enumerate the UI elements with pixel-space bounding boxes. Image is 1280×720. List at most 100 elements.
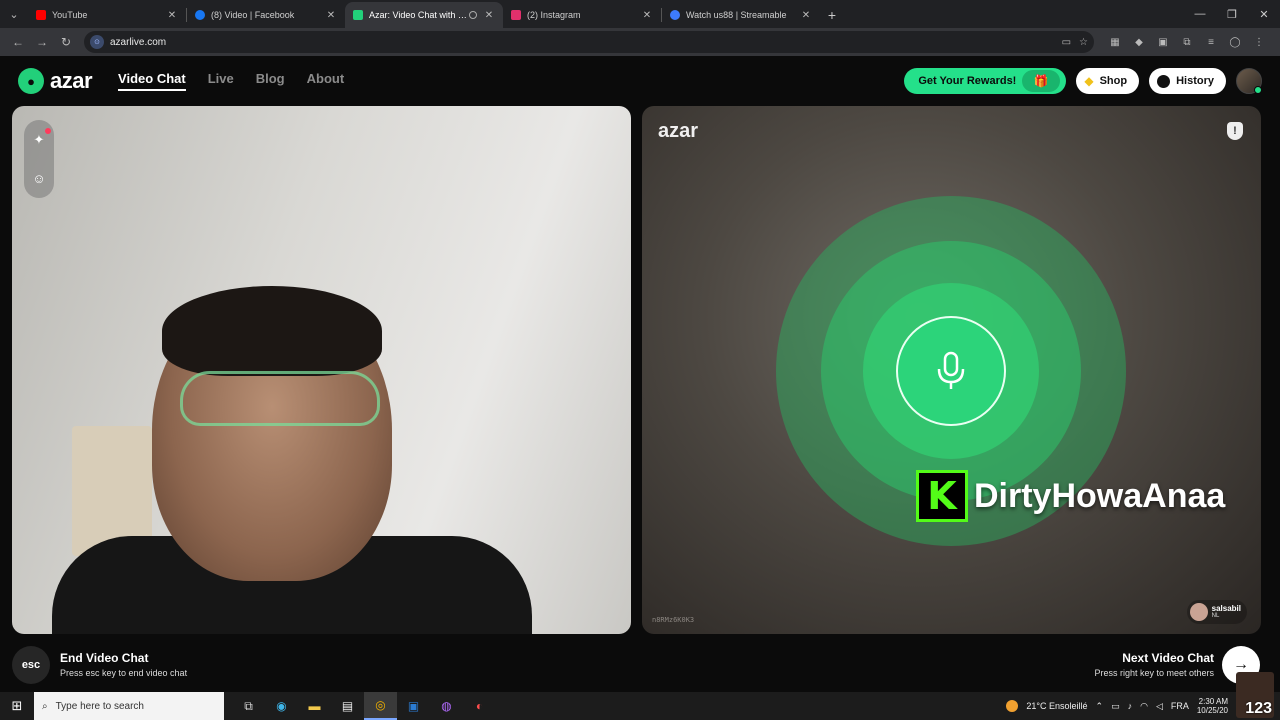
recorder-icon[interactable]: ◐ — [463, 692, 496, 720]
nav-video-chat[interactable]: Video Chat — [118, 71, 186, 91]
rewards-button[interactable]: Get Your Rewards! 🎁 — [904, 68, 1067, 94]
cast-icon[interactable]: ▭ — [1062, 37, 1071, 48]
window-controls: — ❐ ✕ — [1184, 0, 1280, 28]
user-avatar[interactable] — [1236, 68, 1262, 94]
kick-logo-icon: K — [916, 470, 968, 522]
microphone-button[interactable] — [896, 316, 1006, 426]
azar-icon — [353, 10, 363, 20]
recording-icon — [469, 11, 477, 19]
network-icon[interactable]: ◠ — [1140, 701, 1148, 712]
nav-about[interactable]: About — [307, 71, 345, 91]
gem-icon: ◆ — [1084, 74, 1094, 88]
bookmark-star-icon[interactable]: ☆ — [1079, 37, 1088, 48]
azar-logo[interactable]: ● azar — [18, 68, 93, 94]
history-button[interactable]: History — [1149, 68, 1226, 94]
extension-icon[interactable]: ◆ — [1130, 33, 1148, 51]
instagram-icon — [511, 10, 521, 20]
messenger-icon[interactable]: ◍ — [430, 692, 463, 720]
kebab-menu-icon[interactable]: ⋮ — [1250, 33, 1268, 51]
main-nav: Video Chat Live Blog About — [118, 71, 344, 91]
tab-youtube[interactable]: YouTube ✕ — [28, 2, 186, 28]
browser-toolbar: ← → ↻ ⊙ azarlive.com ▭ ☆ ▦ ◆ ▣ ⧉ ≡ ◯ ⋮ — [0, 28, 1280, 56]
restore-icon[interactable]: ❐ — [1216, 0, 1248, 28]
browser-tab-strip: ⌄ YouTube ✕ (8) Video | Facebook ✕ Azar:… — [0, 0, 1280, 28]
tab-search-button[interactable]: ⌄ — [0, 0, 28, 28]
webcam-overlay: 123 — [1236, 672, 1274, 718]
next-chat-text: Next Video Chat Press right key to meet … — [1094, 651, 1214, 678]
partner-name: salsabil — [1211, 603, 1241, 613]
weather-sun-icon — [1006, 700, 1019, 712]
language-indicator[interactable]: FRA — [1171, 701, 1189, 711]
reload-icon[interactable]: ↻ — [54, 30, 78, 54]
clock-time: 2:30 AM — [1198, 696, 1228, 706]
taskbar-search[interactable]: ⌕ Type here to search — [34, 692, 224, 720]
history-label: History — [1176, 75, 1214, 87]
tab-instagram[interactable]: (2) Instagram ✕ — [503, 2, 661, 28]
face-filter-icon[interactable]: ☺ — [29, 169, 49, 189]
tab-streamable[interactable]: Watch us88 | Streamable ✕ — [662, 2, 820, 28]
reading-list-icon[interactable]: ≡ — [1202, 33, 1220, 51]
clock-date: 10/25/20 — [1196, 706, 1228, 715]
site-info-icon[interactable]: ⊙ — [90, 35, 104, 49]
tab-title: Watch us88 | Streamable — [686, 10, 787, 20]
header-actions: Get Your Rewards! 🎁 ◆ Shop History — [904, 68, 1262, 94]
close-tab-icon[interactable]: ✕ — [483, 10, 495, 21]
weather-text[interactable]: 21°C Ensoleillé — [1026, 701, 1087, 711]
microphone-tray-icon[interactable]: ♪ — [1128, 701, 1133, 711]
partner-country: NL — [1211, 613, 1220, 620]
taskbar-clock[interactable]: 2:30 AM 10/25/20 — [1197, 697, 1228, 715]
new-tab-button[interactable]: + — [820, 2, 844, 28]
sparkle-effects-icon[interactable]: ✦ — [29, 127, 51, 150]
gift-icon: 🎁 — [1022, 70, 1061, 92]
end-chat-button[interactable]: esc — [12, 646, 50, 684]
minimize-icon[interactable]: — — [1184, 0, 1216, 28]
windows-start-icon[interactable]: ⊞ — [0, 692, 34, 720]
outlook-icon[interactable]: ▣ — [397, 692, 430, 720]
address-bar[interactable]: ⊙ azarlive.com ▭ ☆ — [84, 31, 1094, 53]
file-explorer-icon[interactable]: ▬ — [298, 692, 331, 720]
tab-azar[interactable]: Azar: Video Chat with New ✕ — [345, 2, 503, 28]
forward-icon[interactable]: → — [30, 30, 54, 54]
close-tab-icon[interactable]: ✕ — [166, 10, 178, 21]
search-placeholder: Type here to search — [55, 700, 144, 712]
nav-blog[interactable]: Blog — [256, 71, 285, 91]
close-tab-icon[interactable]: ✕ — [325, 10, 337, 21]
close-tab-icon[interactable]: ✕ — [800, 10, 812, 21]
chrome-icon[interactable]: ◎ — [364, 692, 397, 720]
edge-icon[interactable]: ◉ — [265, 692, 298, 720]
report-shield-icon[interactable]: ! — [1227, 122, 1243, 140]
streamer-name: DirtyHowaAnaa — [974, 476, 1226, 515]
overlay-number: 123 — [1245, 700, 1272, 717]
extension-icon[interactable]: ▣ — [1154, 33, 1172, 51]
notification-dot — [45, 127, 51, 134]
volume-icon[interactable]: ◁ — [1156, 701, 1163, 712]
puzzle-icon[interactable]: ⧉ — [1178, 33, 1196, 51]
stream-overlay: K DirtyHowaAnaa — [916, 470, 1225, 522]
back-icon[interactable]: ← — [6, 30, 30, 54]
partner-badge[interactable]: salsabil NL — [1186, 600, 1247, 624]
remote-video: azar ! K DirtyHowaAnaa n8RMz6K0K3 salsab… — [642, 106, 1261, 634]
search-icon: ⌕ — [42, 700, 48, 712]
azar-logo-text: azar — [50, 68, 93, 93]
voice-pulse-inner — [863, 283, 1039, 459]
shop-button[interactable]: ◆ Shop — [1076, 68, 1140, 94]
close-window-icon[interactable]: ✕ — [1248, 0, 1280, 28]
tray-chevron-icon[interactable]: ⌃ — [1096, 701, 1104, 712]
tab-facebook[interactable]: (8) Video | Facebook ✕ — [187, 2, 345, 28]
store-icon[interactable]: ▤ — [331, 692, 364, 720]
person-glasses — [180, 371, 380, 426]
translate-extension-icon[interactable]: ▦ — [1106, 33, 1124, 51]
taskbar-apps: ⧉ ◉ ▬ ▤ ◎ ▣ ◍ ◐ — [232, 692, 496, 720]
session-id: n8RMz6K0K3 — [652, 616, 695, 624]
task-view-icon[interactable]: ⧉ — [232, 692, 265, 720]
profile-icon[interactable]: ◯ — [1226, 33, 1244, 51]
close-tab-icon[interactable]: ✕ — [641, 10, 653, 21]
rewards-label: Get Your Rewards! — [918, 75, 1017, 87]
nav-live[interactable]: Live — [208, 71, 234, 91]
voice-pulse-middle — [821, 241, 1081, 501]
omnibox-actions: ▭ ☆ — [1062, 37, 1088, 48]
azar-header: ● azar Video Chat Live Blog About Get Yo… — [0, 56, 1280, 106]
tab-title: YouTube — [52, 10, 88, 20]
battery-icon[interactable]: ▭ — [1111, 701, 1120, 712]
end-chat-text: End Video Chat Press esc key to end vide… — [60, 651, 187, 678]
